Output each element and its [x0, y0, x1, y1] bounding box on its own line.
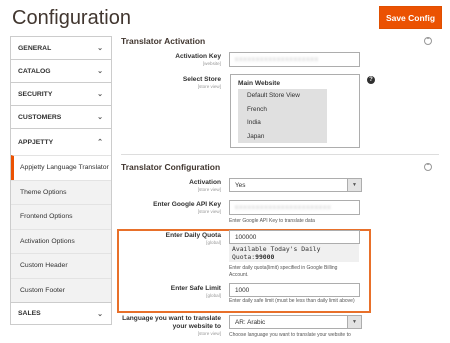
sidebar-group-sales[interactable]: SALES ⌄: [10, 302, 112, 325]
activation-select-value: Yes: [235, 181, 246, 189]
chevron-down-icon: ⌄: [97, 45, 103, 52]
sidebar-item-language-translator[interactable]: Appjetty Language Translator: [11, 155, 111, 180]
appjetty-submenu: Appjetty Language Translator Theme Optio…: [10, 155, 112, 302]
dropdown-arrow-icon: ▼: [347, 316, 361, 328]
daily-quota-value: 100000: [235, 233, 257, 241]
store-group-label: Main Website: [238, 80, 281, 87]
help-icon[interactable]: ?: [367, 76, 375, 84]
page-title: Configuration: [12, 7, 131, 29]
sidebar-item-frontend-options[interactable]: Frontend Options: [11, 204, 111, 229]
sidebar-item-activation-options[interactable]: Activation Options: [11, 228, 111, 254]
google-api-key-label-text: Enter Google API Key: [153, 201, 221, 208]
store-options-list: Default Store View French India Japan: [238, 89, 327, 143]
safe-limit-label-text: Enter Safe Limit: [170, 285, 221, 292]
language-select-value: AR: Arabic: [235, 318, 266, 326]
available-quota-line: Quota:99000: [232, 253, 356, 261]
activation-select[interactable]: Yes ▼: [229, 178, 362, 192]
daily-quota-label: Enter Daily Quota [global]: [121, 232, 221, 245]
select-store-multiselect[interactable]: Main Website Default Store View French I…: [230, 74, 360, 148]
sidebar-group-catalog[interactable]: CATALOG ⌄: [10, 59, 112, 82]
store-option[interactable]: French: [238, 103, 327, 117]
google-api-key-note: Enter Google API Key to translate data: [229, 218, 315, 224]
google-api-key-input[interactable]: xxxxxxxxxxxxxxxxxxxxxxx: [229, 200, 360, 215]
language-note: Choose language you want to translate yo…: [229, 332, 351, 338]
section-divider: [121, 154, 439, 155]
store-option[interactable]: Japan: [238, 130, 327, 144]
activation-key-label-text: Activation Key: [175, 53, 221, 60]
sidebar-group-customers[interactable]: CUSTOMERS ⌄: [10, 105, 112, 128]
scope-label: [store view]: [197, 208, 221, 214]
available-quota-line: Available Today's Daily: [232, 245, 321, 253]
daily-quota-label-text: Enter Daily Quota: [165, 232, 221, 239]
sidebar-group-general[interactable]: GENERAL ⌄: [10, 36, 112, 59]
activation-label-text: Activation: [189, 179, 221, 186]
google-api-key-value: xxxxxxxxxxxxxxxxxxxxxxx: [235, 204, 332, 211]
safe-limit-input[interactable]: 1000: [229, 283, 360, 297]
scope-label: [store view]: [197, 83, 221, 89]
activation-label: Activation [store view]: [121, 179, 221, 192]
store-option[interactable]: India: [238, 116, 327, 130]
sidebar-item-custom-header[interactable]: Custom Header: [11, 253, 111, 278]
available-quota-value: 99000: [255, 253, 275, 261]
sidebar-item-custom-footer[interactable]: Custom Footer: [11, 277, 111, 303]
available-quota-prefix: Quota:: [232, 253, 256, 261]
activation-key-label: Activation Key [website]: [121, 53, 221, 66]
activation-key-value: xxxxxxxxxxxxxxxxxxxx: [235, 56, 319, 63]
scope-label: [global]: [206, 292, 221, 298]
sidebar-group-label: CATALOG: [18, 67, 51, 75]
language-label: Language you want to translate your webs…: [121, 315, 221, 336]
chevron-down-icon: ⌄: [97, 114, 103, 121]
section-title-activation[interactable]: Translator Activation: [121, 36, 205, 46]
collapse-configuration-icon[interactable]: ⌃: [424, 163, 432, 171]
sidebar-group-label: GENERAL: [18, 44, 52, 52]
sidebar-group-security[interactable]: SECURITY ⌄: [10, 82, 112, 105]
safe-limit-label: Enter Safe Limit [global]: [121, 285, 221, 298]
dropdown-arrow-icon: ▼: [347, 179, 361, 191]
activation-key-input[interactable]: xxxxxxxxxxxxxxxxxxxx: [229, 52, 360, 67]
safe-limit-note: Enter daily safe limit (must be less tha…: [229, 298, 355, 304]
collapse-activation-icon[interactable]: ⌃: [424, 37, 432, 45]
scope-label: [global]: [206, 239, 221, 245]
google-api-key-label: Enter Google API Key [store view]: [121, 201, 221, 214]
chevron-down-icon: ⌄: [97, 91, 103, 98]
sidebar-group-label: APPJETTY: [18, 138, 54, 146]
select-store-label: Select Store [store view]: [121, 76, 221, 89]
scope-label: [website]: [202, 60, 221, 66]
chevron-down-icon: ⌄: [97, 310, 103, 318]
sidebar-group-label: CUSTOMERS: [18, 113, 62, 121]
available-quota-display: Available Today's Daily Quota:99000: [229, 244, 359, 262]
language-select[interactable]: AR: Arabic ▼: [229, 315, 362, 329]
select-store-label-text: Select Store: [182, 76, 221, 83]
scope-label: [store view]: [197, 186, 221, 192]
save-config-button[interactable]: Save Config: [379, 6, 442, 29]
store-option[interactable]: Default Store View: [238, 89, 327, 103]
sidebar-group-appjetty[interactable]: APPJETTY ⌃: [10, 128, 112, 155]
sidebar-group-label: SECURITY: [18, 90, 53, 98]
section-title-configuration[interactable]: Translator Configuration: [121, 162, 220, 172]
scope-label: [store view]: [197, 330, 221, 336]
language-label-text: Language you want to translate your webs…: [122, 315, 221, 330]
config-sidebar: GENERAL ⌄ CATALOG ⌄ SECURITY ⌄ CUSTOMERS…: [10, 36, 112, 325]
daily-quota-note: Enter daily quota(limit) specified in Go…: [229, 265, 338, 278]
sidebar-item-theme-options[interactable]: Theme Options: [11, 179, 111, 205]
chevron-down-icon: ⌄: [97, 68, 103, 75]
sidebar-group-label: SALES: [18, 310, 41, 317]
chevron-up-icon: ⌃: [97, 139, 103, 146]
daily-quota-input[interactable]: 100000: [229, 230, 360, 244]
safe-limit-value: 1000: [235, 286, 250, 294]
